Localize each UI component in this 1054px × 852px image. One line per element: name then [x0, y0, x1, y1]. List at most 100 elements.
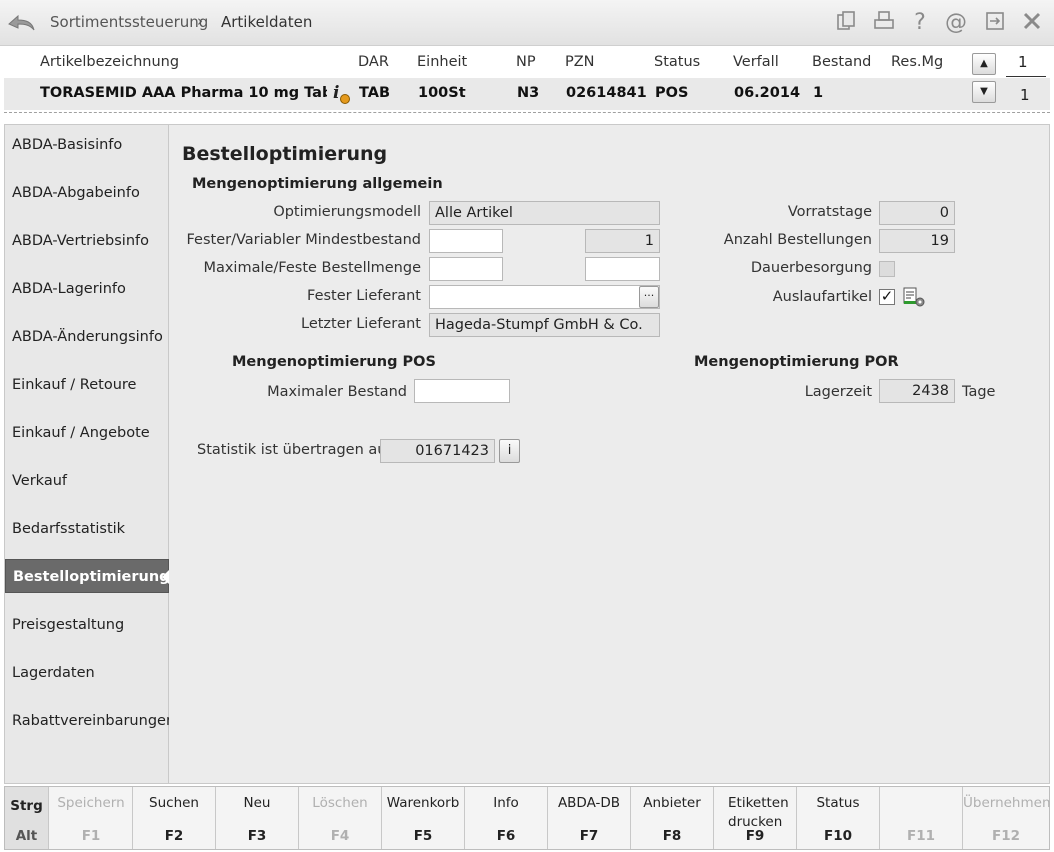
svg-text:i: i — [333, 83, 339, 103]
fkey-code: F5 — [413, 828, 433, 844]
warenkorb-button[interactable]: Warenkorb F5 — [382, 787, 465, 849]
sidebar-item-bestelloptimierung[interactable]: Bestelloptimierung — [5, 559, 170, 593]
article-table-header: Artikelbezeichnung DAR Einheit NP PZN St… — [0, 48, 1054, 78]
export-icon[interactable] — [982, 10, 1008, 36]
fkey-label: Löschen — [312, 795, 368, 811]
f11-button[interactable]: F11 — [880, 787, 963, 849]
optimierungsmodell-label: Optimierungsmodell — [273, 204, 421, 220]
sidebar-item-preisgestaltung[interactable]: Preisgestaltung — [5, 608, 169, 642]
lagerzeit-unit: Tage — [962, 384, 996, 400]
mindestbestand-label: Fester/Variabler Mindestbestand — [186, 232, 422, 248]
next-article-button[interactable]: ▼ — [972, 81, 996, 103]
auslaufartikel-checkbox[interactable]: ✓ — [879, 289, 895, 305]
breadcrumb-separator: › — [197, 12, 203, 30]
breadcrumb-parent[interactable]: Sortimentssteuerung — [50, 13, 208, 31]
fkey-code: F4 — [330, 828, 350, 844]
back-icon[interactable] — [6, 10, 36, 36]
col-header-status: Status — [654, 54, 701, 70]
bestellmenge-max-input[interactable] — [429, 257, 503, 281]
vorratstage-label: Vorratstage — [787, 204, 872, 220]
fkey-label: Speichern — [57, 795, 125, 811]
page-total: 1 — [1020, 86, 1030, 104]
sidebar-item-verkauf[interactable]: Verkauf — [5, 464, 169, 498]
close-icon[interactable] — [1019, 10, 1045, 36]
sidebar-item-abda-abgabeinfo[interactable]: ABDA-Abgabeinfo — [5, 176, 169, 210]
title-bar: Sortimentssteuerung › Artikeldaten ? @ — [0, 0, 1054, 46]
max-bestand-input[interactable] — [414, 379, 510, 403]
fkey-label: Info — [493, 795, 519, 811]
article-dar: TAB — [359, 85, 391, 101]
sidebar-item-abda-basisinfo[interactable]: ABDA-Basisinfo — [5, 128, 169, 162]
modifier-strg: Strg — [10, 798, 43, 814]
statistik-info-button[interactable]: i — [499, 439, 520, 463]
article-name: TORASEMID AAA Pharma 10 mg Tablett — [40, 85, 327, 101]
article-verfall: 06.2014 — [734, 85, 801, 101]
sidebar-item-abda-vertriebsinfo[interactable]: ABDA-Vertriebsinfo — [5, 224, 169, 258]
loeschen-button[interactable]: Löschen F4 — [299, 787, 382, 849]
article-pzn: 02614841 — [566, 85, 647, 101]
status-button[interactable]: Status F10 — [797, 787, 880, 849]
fkey-code: F11 — [906, 828, 935, 844]
fester-lieferant-input[interactable] — [429, 285, 660, 309]
anbieter-button[interactable]: Anbieter F8 — [631, 787, 714, 849]
page-title: Bestelloptimierung — [182, 143, 388, 165]
copy-icon[interactable] — [833, 10, 859, 36]
fkey-label: Status — [816, 795, 860, 811]
fester-lieferant-label: Fester Lieferant — [307, 288, 421, 304]
prev-article-button[interactable]: ▲ — [972, 53, 996, 75]
neu-button[interactable]: Neu F3 — [216, 787, 299, 849]
page-current: 1 — [1018, 53, 1028, 71]
at-icon[interactable]: @ — [943, 10, 969, 36]
sidebar-item-abda-aenderungsinfo[interactable]: ABDA-Änderungsinfo — [5, 320, 169, 354]
sidebar: ABDA-Basisinfo ABDA-Abgabeinfo ABDA-Vert… — [4, 124, 175, 784]
etiketten-drucken-button[interactable]: Etiketten drucken F9 — [714, 787, 797, 849]
help-icon[interactable]: ? — [907, 10, 933, 36]
auslaufartikel-label: Auslaufartikel — [772, 289, 872, 305]
article-bestand: 1 — [813, 85, 824, 101]
info-badge-icon[interactable]: i — [330, 82, 352, 110]
sidebar-item-rabattvereinbarungen[interactable]: Rabattvereinbarungen — [5, 704, 175, 738]
breadcrumb-current: Artikeldaten — [221, 13, 313, 31]
section-title-general: Mengenoptimierung allgemein — [192, 176, 443, 192]
anzahl-bestellungen-label: Anzahl Bestellungen — [723, 232, 872, 248]
sidebar-item-abda-lagerinfo[interactable]: ABDA-Lagerinfo — [5, 272, 169, 306]
fkey-label: Etiketten drucken — [728, 795, 789, 830]
fkey-label: ABDA-DB — [557, 795, 621, 811]
fkey-code: F9 — [745, 828, 765, 844]
bestellmenge-fest-input[interactable] — [585, 257, 660, 281]
col-header-pzn: PZN — [565, 54, 595, 70]
fkey-label: Suchen — [149, 795, 199, 811]
sidebar-item-lagerdaten[interactable]: Lagerdaten — [5, 656, 169, 690]
fkey-label: Warenkorb — [386, 795, 460, 811]
lieferant-lookup-button[interactable]: ··· — [639, 286, 659, 308]
dauerbesorgung-checkbox[interactable] — [879, 261, 895, 277]
fkey-label: Übernehmen — [963, 795, 1051, 811]
modifier-alt: Alt — [15, 828, 38, 844]
info-button[interactable]: Info F6 — [465, 787, 548, 849]
fkey-code: F12 — [991, 828, 1020, 844]
abda-db-button[interactable]: ABDA-DB F7 — [548, 787, 631, 849]
lagerzeit-field: 2438 — [879, 379, 955, 403]
col-header-resmg: Res.Mg — [891, 54, 944, 70]
modifier-key[interactable]: Strg Alt — [5, 787, 49, 849]
suchen-button[interactable]: Suchen F2 — [133, 787, 216, 849]
uebernehmen-button[interactable]: Übernehmen F12 — [963, 787, 1051, 849]
main-panel: Bestelloptimierung Mengenoptimierung all… — [169, 124, 1050, 784]
fkey-label: Neu — [243, 795, 271, 811]
speichern-button[interactable]: Speichern F1 — [50, 787, 133, 849]
article-row[interactable]: TORASEMID AAA Pharma 10 mg Tablett i TAB… — [4, 78, 1050, 110]
article-status: POS — [655, 85, 689, 101]
statistik-field: 01671423 — [380, 439, 495, 463]
optimierungsmodell-field[interactable]: Alle Artikel — [429, 201, 660, 225]
sidebar-item-bedarfsstatistik[interactable]: Bedarfsstatistik — [5, 512, 169, 546]
function-key-bar: Strg Alt Speichern F1 Suchen F2 Neu F3 L… — [4, 786, 1051, 850]
sidebar-item-einkauf-angebote[interactable]: Einkauf / Angebote — [5, 416, 169, 450]
sidebar-item-einkauf-retoure[interactable]: Einkauf / Retoure — [5, 368, 169, 402]
fkey-code: F1 — [81, 828, 101, 844]
list-settings-icon[interactable] — [903, 286, 927, 312]
col-header-np: NP — [516, 54, 536, 70]
mindestbestand-fest-input[interactable] — [429, 229, 503, 253]
statistik-label: Statistik ist übertragen auf — [197, 442, 392, 458]
max-bestand-label: Maximaler Bestand — [267, 384, 407, 400]
print-icon[interactable] — [871, 10, 897, 36]
